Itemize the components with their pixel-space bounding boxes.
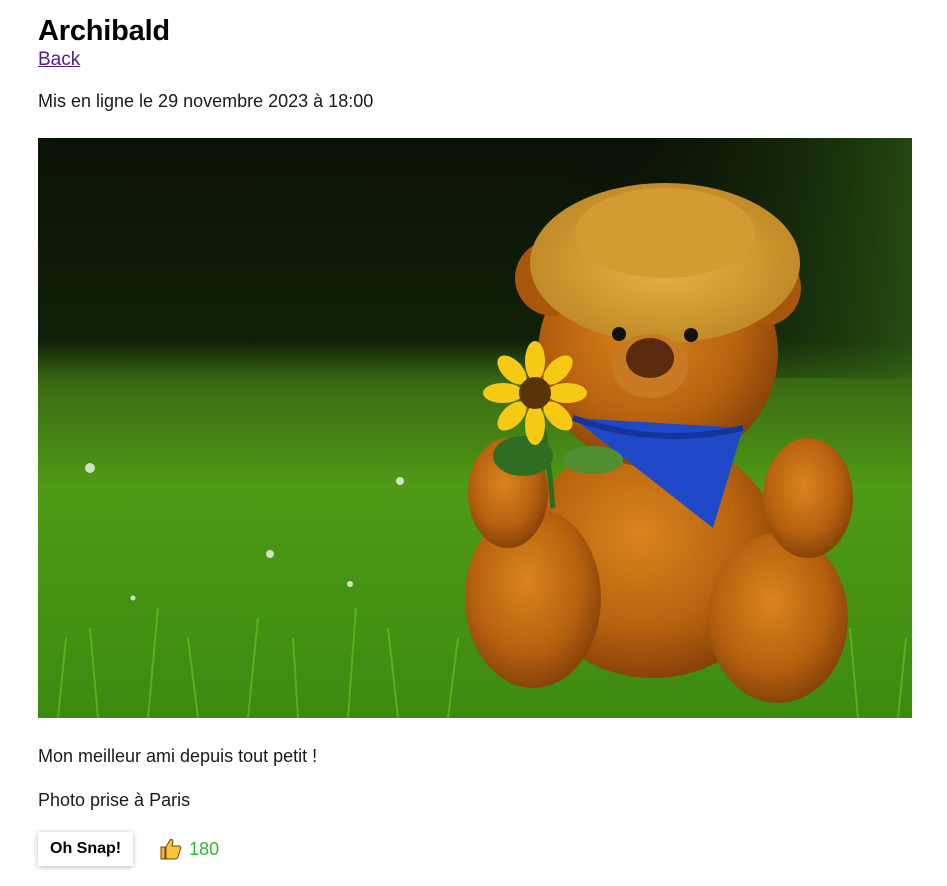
publish-date: Mis en ligne le 29 novembre 2023 à 18:00 <box>38 91 374 111</box>
post-location: Photo prise à Paris <box>38 790 191 810</box>
like-counter: 180 <box>159 837 219 861</box>
post-actions: Oh Snap! 180 <box>38 832 219 866</box>
post-page: Archibald Back Mis en ligne le 29 novemb… <box>38 0 912 866</box>
like-count: 180 <box>189 838 220 859</box>
post-description: Mon meilleur ami depuis tout petit ! <box>38 746 318 766</box>
post-title: Archibald <box>38 15 170 47</box>
post-photo <box>38 138 912 718</box>
oh-snap-button[interactable]: Oh Snap! <box>38 832 134 866</box>
thumbs-up-icon <box>159 837 183 861</box>
back-link[interactable]: Back <box>38 48 80 72</box>
